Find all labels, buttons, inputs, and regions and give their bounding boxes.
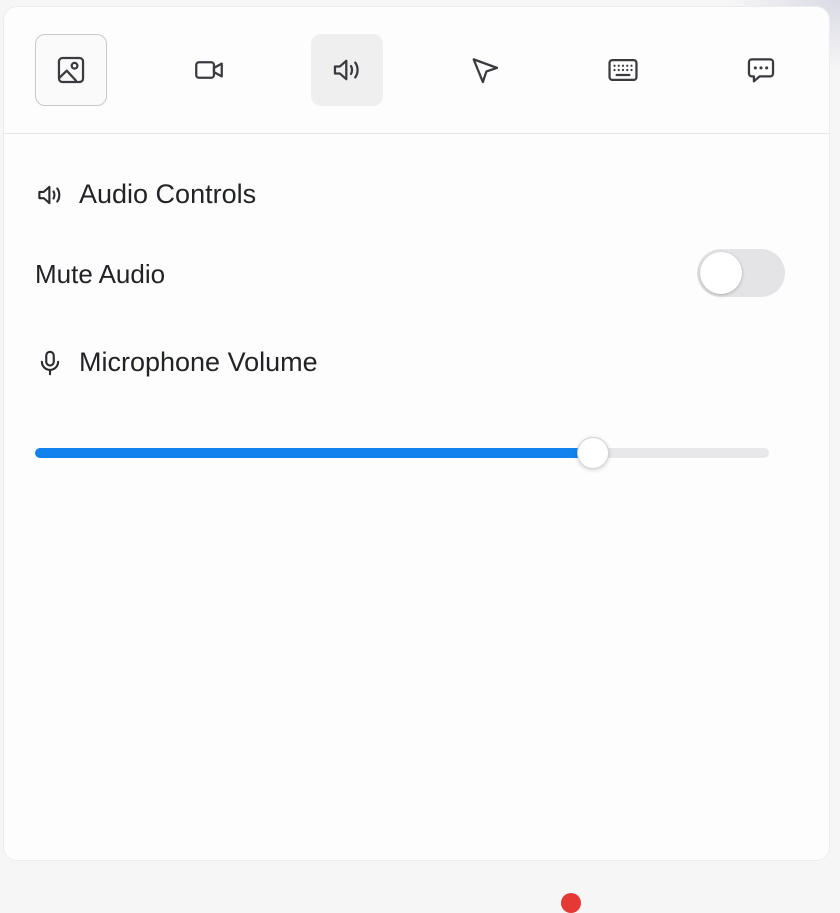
mode-toolbar: [4, 7, 829, 134]
tool-chat-button[interactable]: [725, 34, 797, 106]
toggle-knob: [700, 252, 742, 294]
mute-audio-label: Mute Audio: [35, 259, 166, 289]
slider-fill: [35, 448, 593, 458]
speaker-icon: [38, 185, 61, 204]
tool-image-button[interactable]: [35, 34, 107, 106]
cursor-icon: [472, 58, 499, 84]
slider-thumb[interactable]: [576, 437, 609, 469]
mute-audio-row: Mute Audio: [35, 249, 785, 299]
tool-pointer-button[interactable]: [449, 34, 521, 106]
video-icon: [195, 61, 223, 79]
microphone-volume-title: Microphone Volume: [79, 347, 318, 377]
tool-video-button[interactable]: [173, 34, 245, 106]
microphone-volume-slider[interactable]: [35, 433, 769, 473]
tool-keyboard-button[interactable]: [587, 34, 659, 106]
audio-controls-heading: Audio Controls: [35, 179, 256, 210]
microphone-icon: [40, 350, 60, 375]
tool-audio-button[interactable]: [311, 34, 383, 106]
microphone-volume-heading: Microphone Volume: [35, 347, 318, 378]
audio-controls-title: Audio Controls: [79, 179, 257, 209]
chat-icon: [747, 58, 775, 83]
speaker-icon: [333, 59, 359, 81]
keyboard-icon: [608, 58, 638, 82]
notification-dot: [561, 893, 581, 913]
image-icon: [57, 56, 85, 84]
control-panel: Audio Controls Mute Audio Microphone Vol…: [3, 6, 830, 861]
mute-audio-toggle[interactable]: [697, 249, 785, 297]
